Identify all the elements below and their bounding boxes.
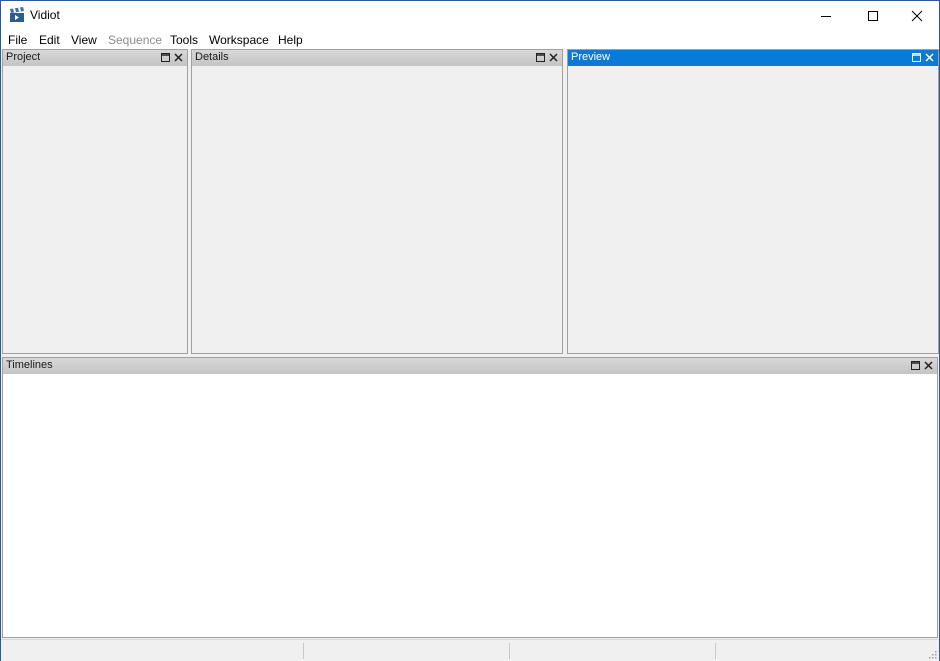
title-bar: Vidiot [1, 1, 939, 30]
preview-maximize-button[interactable] [911, 52, 922, 63]
project-panel: Project [2, 49, 188, 354]
preview-panel: Preview [567, 49, 939, 354]
project-close-button[interactable] [173, 52, 184, 63]
preview-panel-body[interactable] [568, 66, 938, 353]
menu-view[interactable]: View [71, 33, 97, 47]
resize-grip-icon[interactable] [927, 649, 937, 659]
project-maximize-button[interactable] [160, 52, 171, 63]
status-divider [509, 643, 510, 659]
menu-edit[interactable]: Edit [39, 33, 60, 47]
preview-panel-title: Preview [571, 51, 611, 63]
project-panel-title: Project [6, 51, 41, 63]
menu-tools[interactable]: Tools [170, 33, 198, 47]
timelines-panel: Timelines [2, 357, 938, 638]
panel-maximize-icon [536, 53, 545, 62]
app-window: Vidiot File Edit View Sequence Tools Wor… [0, 0, 940, 661]
panel-maximize-icon [161, 53, 170, 62]
menu-help[interactable]: Help [278, 33, 303, 47]
timelines-maximize-button[interactable] [910, 360, 921, 371]
menu-workspace[interactable]: Workspace [209, 33, 269, 47]
window-title: Vidiot [30, 8, 60, 22]
clapperboard-icon [10, 7, 24, 22]
minimize-button[interactable] [803, 1, 848, 30]
panel-close-icon [174, 53, 183, 62]
timelines-panel-header[interactable]: Timelines [3, 358, 937, 374]
panel-close-icon [925, 53, 934, 62]
details-close-button[interactable] [548, 52, 559, 63]
timelines-panel-title: Timelines [6, 359, 53, 371]
preview-close-button[interactable] [924, 52, 935, 63]
project-panel-body[interactable] [3, 66, 187, 353]
menu-sequence[interactable]: Sequence [108, 33, 162, 47]
preview-panel-header[interactable]: Preview [568, 50, 938, 66]
panel-maximize-icon [911, 361, 920, 370]
details-panel-title: Details [195, 51, 229, 63]
minimize-icon [820, 15, 831, 17]
maximize-button[interactable] [850, 1, 895, 30]
status-bar [1, 639, 939, 661]
timelines-close-button[interactable] [923, 360, 934, 371]
maximize-icon [867, 10, 878, 21]
panel-maximize-icon [912, 53, 921, 62]
menu-bar: File Edit View Sequence Tools Workspace … [1, 30, 939, 49]
details-panel-body[interactable] [192, 66, 562, 353]
details-maximize-button[interactable] [535, 52, 546, 63]
panel-close-icon [924, 361, 933, 370]
status-divider [303, 643, 304, 659]
menu-file[interactable]: File [8, 33, 27, 47]
project-panel-header[interactable]: Project [3, 50, 187, 66]
close-button[interactable] [894, 1, 939, 30]
panel-close-icon [549, 53, 558, 62]
details-panel: Details [191, 49, 563, 354]
timelines-panel-body[interactable] [3, 374, 937, 637]
close-icon [911, 10, 922, 21]
status-divider [715, 643, 716, 659]
details-panel-header[interactable]: Details [192, 50, 562, 66]
